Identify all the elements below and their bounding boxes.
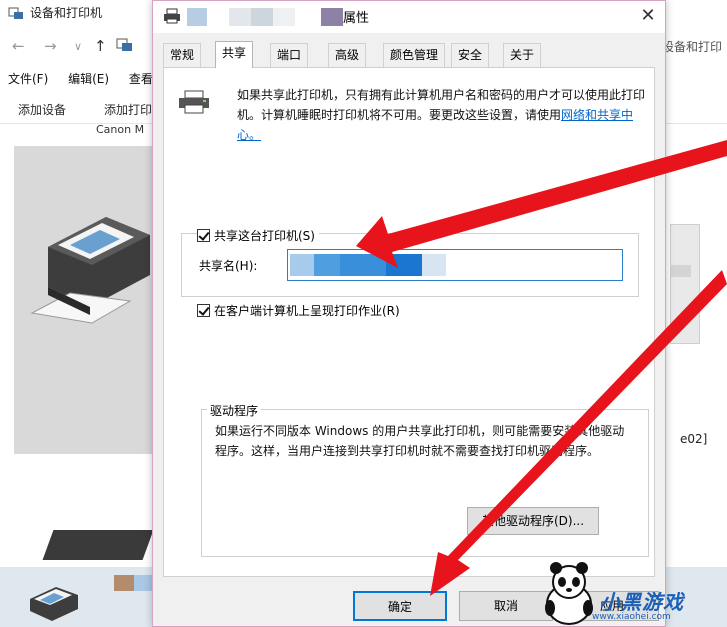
share-printer-label: 共享这台打印机(S) [214,229,315,243]
redacted-share-name [290,254,446,276]
watermark-text: 小黑游戏 [600,590,684,614]
watermark-url: www.xiaohei.com [592,612,671,622]
printer-icon [163,8,181,27]
tab-sharing[interactable]: 共享 [215,41,254,68]
explorer-menubar: 文件(F) 编辑(E) 查看 [8,70,169,90]
menu-edit[interactable]: 编辑(E) [68,72,109,86]
tab-advanced[interactable]: 高级 [328,43,367,67]
device-label: Canon M [96,123,145,136]
printer-device-icon-2 [670,224,700,344]
render-jobs-checkbox[interactable] [197,304,210,317]
printer-thumbnail-icon [24,583,84,626]
dialog-titlebar: 属性 ✕ [153,1,665,33]
tab-color-management[interactable]: 颜色管理 [383,43,446,67]
tab-security[interactable]: 安全 [451,43,490,67]
ok-button[interactable]: 确定 [353,591,447,621]
menu-view[interactable]: 查看 [129,72,153,86]
redacted-printer-name-2 [321,8,343,26]
redacted-printer-name [187,8,295,26]
share-printer-checkbox[interactable] [197,229,210,242]
share-name-label: 共享名(H): [199,259,258,273]
share-printer-row[interactable]: 共享这台打印机(S) [197,227,319,244]
share-name-input[interactable] [287,249,623,281]
dialog-title: 属性 [343,11,370,26]
forward-arrow-icon[interactable]: → [44,37,57,55]
sharing-info-text: 如果共享此打印机，只有拥有此计算机用户名和密码的用户才可以使用此打印机。计算机睡… [237,85,647,145]
redacted-name-block [114,575,134,591]
drivers-group-title: 驱动程序 [207,402,262,419]
printer-properties-dialog: 属性 ✕ 常规 共享 端口 高级 颜色管理 安全 关于 如果共享此打印机，只有拥… [152,0,666,627]
printer-device-icon-3 [42,530,154,560]
add-device-button[interactable]: 添加设备 [18,101,66,118]
tab-ports[interactable]: 端口 [270,43,309,67]
explorer-nav: ← → ∨ ↑ [0,34,160,60]
device-label-2: e02] [680,432,708,446]
printer-device-icon [30,195,160,338]
address-folder-icon [116,38,138,56]
tab-general[interactable]: 常规 [163,43,202,67]
add-printer-button[interactable]: 添加打印 [104,101,152,118]
close-icon[interactable]: ✕ [633,3,663,29]
other-drivers-button[interactable]: 其他驱动程序(D)... [467,507,599,535]
redacted-name-block-2 [134,575,154,591]
back-arrow-icon[interactable]: ← [12,37,25,55]
devices-printers-icon [8,6,24,20]
render-jobs-row[interactable]: 在客户端计算机上呈现打印作业(R) [197,302,404,319]
render-jobs-label: 在客户端计算机上呈现打印作业(R) [214,304,400,318]
drivers-description: 如果运行不同版本 Windows 的用户共享此打印机，则可能需要安装其他驱动程序… [215,424,625,458]
printer-share-icon [177,89,211,118]
recent-chevron-icon[interactable]: ∨ [74,40,82,53]
menu-file[interactable]: 文件(F) [8,72,48,86]
address-tail: 设备和打印 [662,40,723,54]
up-arrow-icon[interactable]: ↑ [94,37,107,55]
tab-about[interactable]: 关于 [503,43,542,67]
explorer-title: 设备和打印机 [30,6,103,20]
